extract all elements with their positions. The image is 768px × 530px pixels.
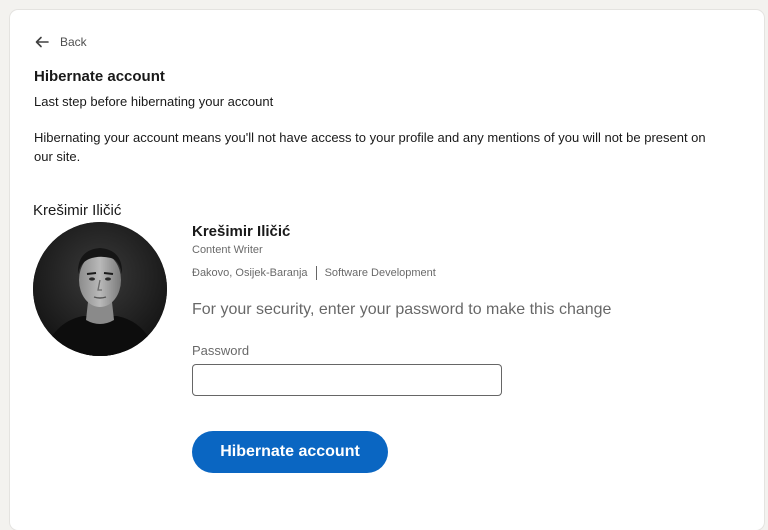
arrow-left-icon — [34, 34, 50, 50]
back-label: Back — [60, 35, 87, 49]
profile-meta: Đakovo, Osijek-Baranja Software Developm… — [192, 266, 436, 280]
settings-card: Back Hibernate account Last step before … — [10, 10, 764, 530]
avatar — [33, 222, 167, 356]
profile-name: Krešimir Iličić — [192, 223, 291, 240]
password-label: Password — [192, 343, 250, 358]
profile-headline: Content Writer — [192, 244, 263, 256]
profile-location: Đakovo, Osijek-Baranja — [192, 267, 308, 279]
profile-industry: Software Development — [324, 267, 436, 279]
meta-divider — [315, 266, 317, 280]
hibernate-account-button[interactable]: Hibernate account — [192, 431, 388, 473]
back-link[interactable]: Back — [34, 34, 87, 50]
page-subtitle: Last step before hibernating your accoun… — [34, 94, 274, 109]
security-prompt: For your security, enter your password t… — [192, 301, 612, 318]
password-field[interactable] — [192, 364, 502, 396]
hibernate-description: Hibernating your account means you'll no… — [34, 130, 706, 164]
page-title: Hibernate account — [34, 68, 165, 85]
member-name-label: Krešimir Iličić — [33, 202, 122, 219]
